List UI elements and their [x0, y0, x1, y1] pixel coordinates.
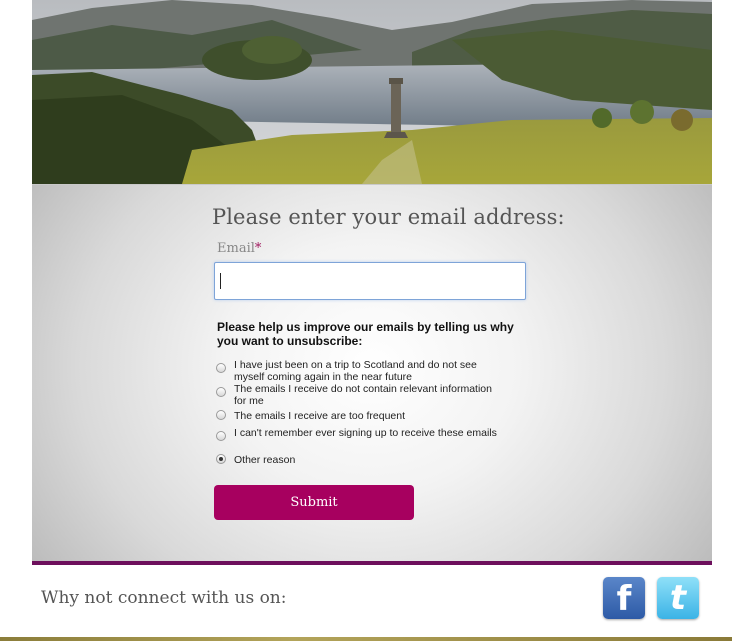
footer-border: [0, 637, 732, 641]
reason-option-label: The emails I receive do not contain rele…: [234, 383, 492, 407]
submit-button[interactable]: Submit: [214, 485, 414, 520]
hero-image: [32, 0, 712, 184]
radio-button-selected[interactable]: [216, 454, 226, 464]
unsubscribe-form: Please enter your email address: Email* …: [32, 184, 712, 563]
form-title: Please enter your email address:: [212, 205, 565, 229]
twitter-glyph: t: [669, 578, 687, 618]
unsubscribe-reason-question: Please help us improve our emails by tel…: [217, 320, 514, 348]
loch-landscape-illustration: [32, 0, 712, 184]
radio-button[interactable]: [216, 410, 226, 420]
twitter-icon[interactable]: t: [657, 577, 699, 619]
facebook-glyph: f: [616, 579, 632, 619]
facebook-icon[interactable]: f: [603, 577, 645, 619]
section-divider: [32, 561, 712, 565]
connect-heading: Why not connect with us on:: [41, 588, 287, 608]
reason-option-label: I can't remember ever signing up to rece…: [234, 427, 497, 439]
radio-button[interactable]: [216, 363, 226, 373]
required-marker: *: [254, 241, 262, 256]
email-input[interactable]: [214, 262, 526, 300]
reason-option-label: The emails I receive are too frequent: [234, 410, 406, 422]
text-cursor: [220, 273, 221, 289]
page-frame: Please enter your email address: Email* …: [32, 0, 712, 563]
reason-option-label: Other reason: [234, 454, 296, 466]
email-label: Email*: [217, 241, 261, 256]
radio-button[interactable]: [216, 431, 226, 441]
radio-button[interactable]: [216, 387, 226, 397]
reason-option-label: I have just been on a trip to Scotland a…: [234, 359, 477, 383]
email-label-text: Email: [217, 241, 255, 256]
